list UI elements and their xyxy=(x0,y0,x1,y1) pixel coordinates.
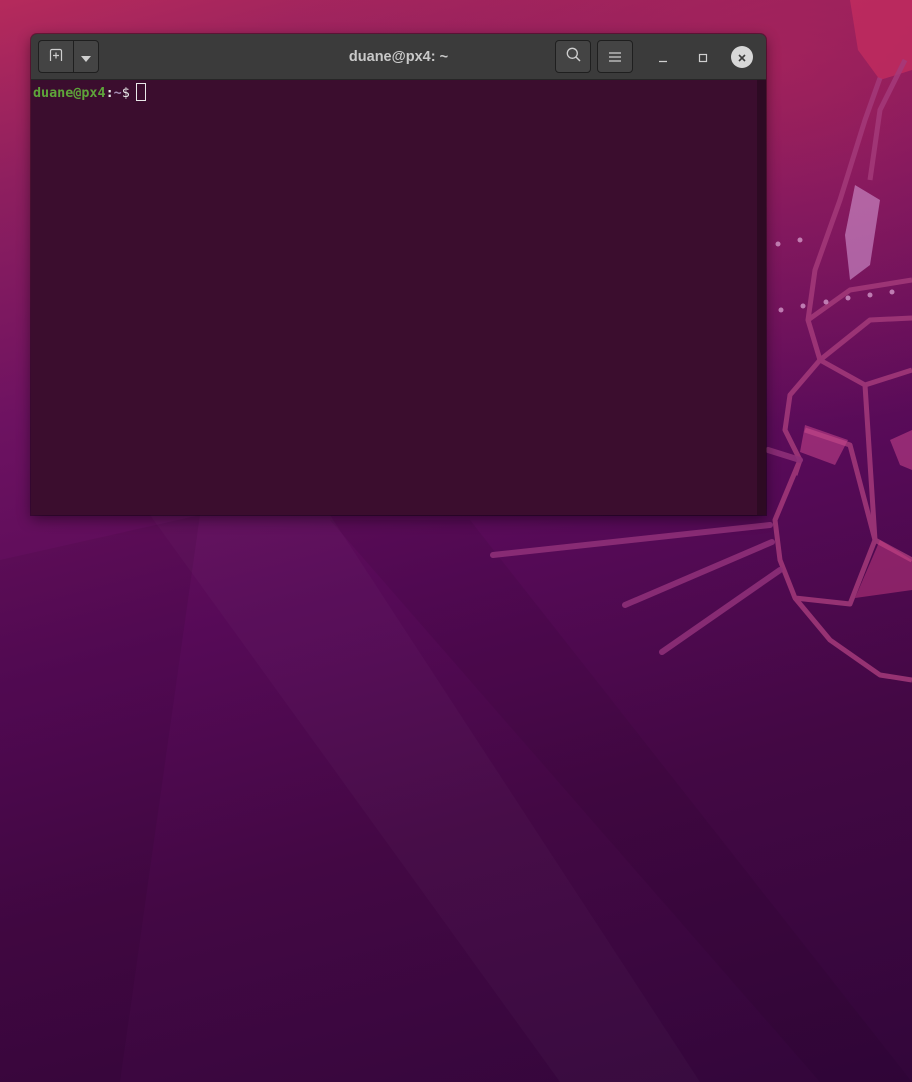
terminal-scrollbar[interactable] xyxy=(757,80,766,515)
search-icon xyxy=(566,47,581,66)
terminal-output-area[interactable]: duane@px4:~$ xyxy=(31,80,757,515)
close-button[interactable] xyxy=(731,46,753,68)
new-tab-button[interactable] xyxy=(38,40,74,73)
prompt-separator: : xyxy=(105,86,114,101)
prompt-user-host: duane@px4 xyxy=(33,86,106,101)
maximize-button[interactable] xyxy=(691,45,715,69)
minimize-button[interactable] xyxy=(651,45,675,69)
search-button[interactable] xyxy=(555,40,591,73)
window-title: duane@px4: ~ xyxy=(348,49,449,65)
close-icon xyxy=(737,48,747,67)
menu-button[interactable] xyxy=(597,40,633,73)
prompt-symbol: $ xyxy=(121,86,130,101)
maximize-icon xyxy=(698,48,708,67)
terminal-headerbar[interactable]: duane@px4: ~ xyxy=(31,34,766,80)
new-tab-icon xyxy=(49,47,63,66)
prompt-path: ~ xyxy=(113,86,122,101)
prompt-line: duane@px4:~$ xyxy=(33,83,146,104)
hamburger-menu-icon xyxy=(609,47,621,66)
text-cursor xyxy=(135,83,146,101)
tab-menu-button[interactable] xyxy=(73,40,99,73)
minimize-icon xyxy=(658,48,668,67)
terminal-window[interactable]: duane@px4: ~ duane@px4:~$ xyxy=(31,34,766,515)
chevron-down-icon xyxy=(81,47,91,66)
